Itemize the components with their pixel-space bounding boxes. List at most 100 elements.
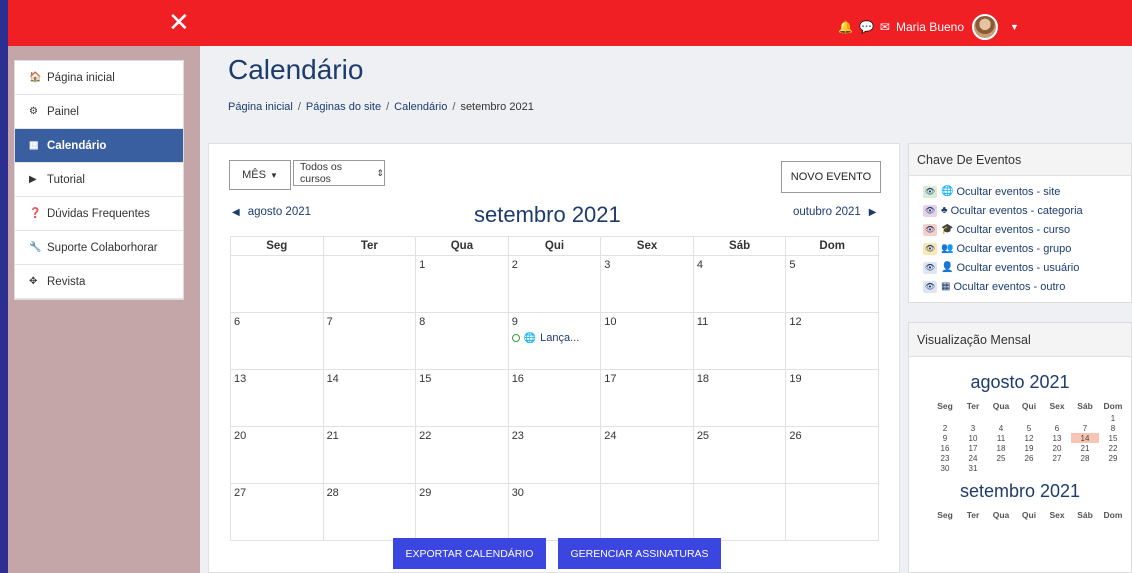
day-number: 8 (419, 316, 426, 328)
day-number: 1 (419, 259, 426, 271)
day-cell[interactable]: 29 (415, 483, 509, 541)
sidebar-item-revista[interactable]: ✥ Revista (15, 265, 183, 299)
mini-weekday: Sex (1049, 401, 1065, 411)
event-key-item-usuario[interactable]: 👁 👤 Ocultar eventos - usuário (923, 258, 1131, 277)
day-cell[interactable]: 4 (692, 255, 787, 313)
sidebar-item-label: Página inicial (47, 71, 115, 84)
day-cell[interactable]: 24 (600, 426, 694, 484)
mini-weekday: Seg (937, 401, 953, 411)
event-key-item-categoria[interactable]: 👁 ♣ Ocultar eventos - categoria (923, 201, 1131, 220)
day-cell[interactable]: 23 (507, 426, 602, 484)
day-cell[interactable]: 18 (692, 369, 787, 427)
day-cell[interactable]: 17 (600, 369, 694, 427)
mini-day: 15 (1108, 433, 1118, 443)
event-key-label: Ocultar eventos - outro (953, 280, 1066, 293)
day-cell[interactable]: 10 (600, 312, 694, 370)
event-key-item-grupo[interactable]: 👁 👥 Ocultar eventos - grupo (923, 239, 1131, 258)
day-cell[interactable]: 6 (230, 312, 324, 370)
mini-day (987, 413, 1015, 423)
event-key-item-site[interactable]: 👁 🌐 Ocultar eventos - site (923, 182, 1131, 201)
day-cell[interactable] (692, 483, 787, 541)
export-calendar-button[interactable]: EXPORTAR CALENDÁRIO (393, 538, 546, 569)
close-icon[interactable]: ✕ (168, 9, 190, 35)
day-cell[interactable]: 15 (415, 369, 509, 427)
avatar[interactable] (972, 14, 999, 40)
event-key-item-outro[interactable]: 👁 ▦ Ocultar eventos - outro (923, 277, 1131, 296)
mini-day: 8 (1110, 423, 1116, 433)
day-cell[interactable]: 1 (415, 255, 509, 313)
event-key-item-curso[interactable]: 👁 🎓 Ocultar eventos - curso (923, 220, 1131, 239)
mini-month-title[interactable]: agosto 2021 (909, 372, 1131, 393)
sidebar-item-tutorial[interactable]: ▶ Tutorial (15, 163, 183, 197)
course-select-value: Todos os cursos (300, 161, 343, 185)
day-cell[interactable]: 16 (507, 369, 602, 427)
breadcrumb-calendar[interactable]: Calendário (394, 101, 447, 113)
mini-weekday: Qui (1021, 401, 1037, 411)
day-cell[interactable]: 8 (415, 312, 509, 370)
day-cell[interactable]: 11 (692, 312, 787, 370)
day-cell[interactable]: 12 (785, 312, 879, 370)
mini-day (1071, 413, 1099, 423)
manage-subscriptions-button[interactable]: GERENCIAR ASSINATURAS (558, 538, 721, 569)
user-icon: 👤 (941, 262, 954, 273)
calendar-event[interactable]: 🌐 Lança... (511, 332, 598, 344)
user-name[interactable]: Maria Bueno (896, 20, 964, 34)
question-icon: ❓ (29, 208, 42, 219)
day-number: 24 (604, 430, 617, 442)
day-cell[interactable]: 14 (322, 369, 417, 427)
day-cell[interactable]: 25 (692, 426, 787, 484)
mini-day: 30 (940, 463, 950, 473)
new-event-button[interactable]: NOVO EVENTO (781, 161, 881, 193)
eye-icon: 👁 (923, 223, 937, 236)
course-select[interactable]: Todos os cursos ⇕ (293, 160, 385, 186)
mini-day: 4 (998, 423, 1004, 433)
event-key-list: 👁 🌐 Ocultar eventos - site 👁 ♣ Ocultar e… (909, 176, 1131, 296)
day-cell[interactable]: 26 (785, 426, 879, 484)
user-menu[interactable]: 🔔 💬 ✉ Maria Bueno ▼ (838, 14, 1019, 40)
day-cell[interactable]: 2 (507, 255, 602, 313)
day-number: 11 (696, 316, 709, 328)
envelope-icon[interactable]: ✉ (880, 20, 890, 34)
mini-day (1015, 463, 1043, 473)
day-cell[interactable]: 5 (785, 255, 879, 313)
day-cell[interactable]: 7 (322, 312, 417, 370)
sidebar-item-painel[interactable]: ⚙ Painel (15, 95, 183, 129)
caret-down-icon[interactable]: ▼ (1010, 22, 1019, 32)
day-cell[interactable]: 28 (322, 483, 417, 541)
day-cell[interactable] (322, 255, 417, 313)
mini-day: 28 (1080, 453, 1090, 463)
sidebar-item-duvidas[interactable]: ❓ Dúvidas Frequentes (15, 197, 183, 231)
event-key-panel: Chave De Eventos 👁 🌐 Ocultar eventos - s… (908, 143, 1132, 303)
day-cell[interactable] (230, 255, 324, 313)
day-number: 22 (419, 430, 432, 442)
day-cell[interactable]: 9 🌐 Lança... (507, 312, 602, 370)
previous-month-link[interactable]: ◀ agosto 2021 (232, 206, 311, 218)
day-cell[interactable]: 13 (230, 369, 324, 427)
month-calendar-grid: Seg Ter Qua Qui Sex Sáb Dom 1 2 3 4 5 6 … (230, 236, 879, 541)
next-month-link[interactable]: outubro 2021 ▶ (793, 206, 877, 218)
chat-icon[interactable]: 💬 (859, 20, 874, 34)
globe-icon: 🌐 (523, 332, 537, 344)
bell-icon[interactable]: 🔔 (838, 20, 853, 34)
day-cell[interactable]: 19 (785, 369, 879, 427)
sidebar-item-calendario[interactable]: ▦ Calendário (15, 129, 183, 163)
day-cell[interactable]: 22 (415, 426, 509, 484)
day-cell[interactable] (785, 483, 879, 541)
day-cell[interactable]: 3 (600, 255, 694, 313)
day-cell[interactable]: 30 (507, 483, 602, 541)
mini-month-title[interactable]: setembro 2021 (909, 481, 1131, 502)
sidebar-item-suporte[interactable]: 🔧 Suporte Colaborhorar (15, 231, 183, 265)
day-cell[interactable] (600, 483, 694, 541)
mini-day: 27 (1052, 453, 1062, 463)
day-number: 21 (326, 430, 339, 442)
sidebar-item-pagina-inicial[interactable]: 🏠 Página inicial (15, 61, 183, 95)
eye-icon: 👁 (923, 280, 937, 293)
day-number: 27 (234, 487, 247, 499)
day-cell[interactable]: 27 (230, 483, 324, 541)
mini-day: 22 (1108, 443, 1118, 453)
breadcrumb-home[interactable]: Página inicial (228, 101, 293, 113)
day-cell[interactable]: 20 (230, 426, 324, 484)
breadcrumb-site-pages[interactable]: Páginas do site (306, 101, 381, 113)
view-mode-dropdown[interactable]: MÊS ▼ (229, 160, 291, 190)
day-cell[interactable]: 21 (322, 426, 417, 484)
